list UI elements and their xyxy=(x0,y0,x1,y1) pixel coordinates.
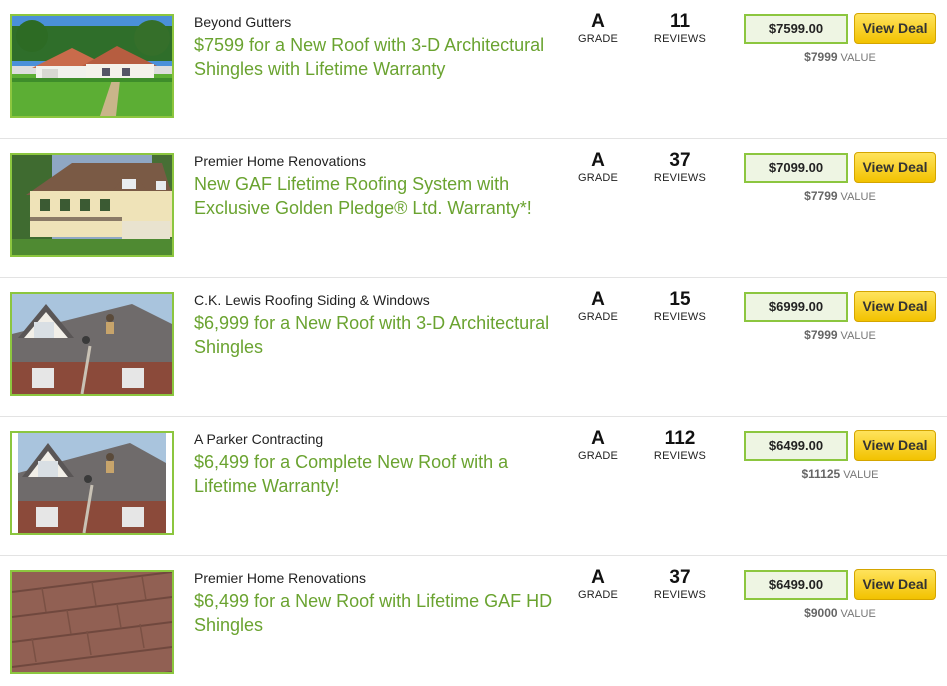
vendor-name: Premier Home Renovations xyxy=(194,570,366,586)
grade-label: GRADE xyxy=(577,172,619,184)
reviews-count: 15 xyxy=(669,289,691,310)
deal-thumbnail[interactable] xyxy=(10,14,174,118)
deal-row: Premier Home Renovations New GAF Lifetim… xyxy=(0,139,947,278)
deal-list: Beyond Gutters $7599 for a New Roof with… xyxy=(0,0,947,686)
shingles-closeup-image xyxy=(12,572,172,672)
deal-thumbnail[interactable] xyxy=(10,292,174,396)
view-deal-button[interactable]: View Deal xyxy=(854,569,936,600)
grade-block: A GRADE xyxy=(572,289,624,323)
original-value: $11125 xyxy=(801,467,841,481)
value-line: $7799 VALUE xyxy=(744,189,936,203)
original-value: $7999 xyxy=(804,50,838,64)
deal-thumbnail[interactable] xyxy=(10,153,174,257)
vendor-name: Premier Home Renovations xyxy=(194,153,366,169)
deal-title-link[interactable]: $7599 for a New Roof with 3-D Architectu… xyxy=(194,33,554,81)
deal-title-link[interactable]: $6,499 for a Complete New Roof with a Li… xyxy=(194,450,554,498)
grade-value: A xyxy=(591,11,605,32)
deal-price: $7099.00 xyxy=(744,153,848,183)
view-deal-button[interactable]: View Deal xyxy=(854,13,936,44)
deal-row: A Parker Contracting $6,499 for a Comple… xyxy=(0,417,947,556)
grade-block: A GRADE xyxy=(572,150,624,184)
grade-block: A GRADE xyxy=(572,11,624,45)
deal-title-link[interactable]: New GAF Lifetime Roofing System with Exc… xyxy=(194,172,554,220)
value-line: $7999 VALUE xyxy=(744,328,936,342)
value-line: $7999 VALUE xyxy=(744,50,936,64)
value-label: VALUE xyxy=(840,330,876,342)
view-deal-button[interactable]: View Deal xyxy=(854,152,936,183)
roofers-on-roof-image xyxy=(12,433,172,533)
value-label: VALUE xyxy=(840,52,876,64)
deal-title-link[interactable]: $6,999 for a New Roof with 3-D Architect… xyxy=(194,311,554,359)
reviews-count: 37 xyxy=(669,150,691,171)
grade-block: A GRADE xyxy=(572,567,624,601)
grade-label: GRADE xyxy=(577,33,619,45)
grade-value: A xyxy=(591,150,605,171)
grade-label: GRADE xyxy=(577,589,619,601)
view-deal-button[interactable]: View Deal xyxy=(854,430,936,461)
deal-thumbnail[interactable] xyxy=(10,570,174,674)
value-line: $11125 VALUE xyxy=(744,467,936,481)
reviews-block[interactable]: 112 REVIEWS xyxy=(648,428,712,462)
deal-price: $6499.00 xyxy=(744,570,848,600)
two-story-house-image xyxy=(12,155,172,255)
deal-thumbnail[interactable] xyxy=(10,431,174,535)
roofers-on-roof-image xyxy=(12,294,172,394)
vendor-name: A Parker Contracting xyxy=(194,431,324,447)
original-value: $7799 xyxy=(804,189,838,203)
deal-price: $6499.00 xyxy=(744,431,848,461)
original-value: $9000 xyxy=(804,606,838,620)
reviews-block[interactable]: 15 REVIEWS xyxy=(648,289,712,323)
value-label: VALUE xyxy=(840,608,876,620)
grade-label: GRADE xyxy=(577,311,619,323)
view-deal-button[interactable]: View Deal xyxy=(854,291,936,322)
reviews-label: REVIEWS xyxy=(653,311,707,323)
value-label: VALUE xyxy=(843,469,879,481)
vendor-name: Beyond Gutters xyxy=(194,14,292,30)
grade-value: A xyxy=(591,289,605,310)
deal-row: C.K. Lewis Roofing Siding & Windows $6,9… xyxy=(0,278,947,417)
reviews-count: 37 xyxy=(669,567,691,588)
reviews-count: 112 xyxy=(664,428,696,449)
reviews-label: REVIEWS xyxy=(653,172,707,184)
deal-row: Premier Home Renovations $6,499 for a Ne… xyxy=(0,556,947,686)
deal-row: Beyond Gutters $7599 for a New Roof with… xyxy=(0,0,947,139)
vendor-name: C.K. Lewis Roofing Siding & Windows xyxy=(194,292,430,308)
grade-label: GRADE xyxy=(577,450,619,462)
reviews-block[interactable]: 37 REVIEWS xyxy=(648,567,712,601)
ranch-house-lawn-image xyxy=(12,16,172,116)
reviews-block[interactable]: 37 REVIEWS xyxy=(648,150,712,184)
grade-block: A GRADE xyxy=(572,428,624,462)
original-value: $7999 xyxy=(804,328,838,342)
grade-value: A xyxy=(591,428,605,449)
deal-title-link[interactable]: $6,499 for a New Roof with Lifetime GAF … xyxy=(194,589,554,637)
reviews-label: REVIEWS xyxy=(653,33,707,45)
reviews-count: 11 xyxy=(669,11,691,32)
reviews-label: REVIEWS xyxy=(653,589,707,601)
grade-value: A xyxy=(591,567,605,588)
reviews-label: REVIEWS xyxy=(653,450,707,462)
deal-price: $6999.00 xyxy=(744,292,848,322)
reviews-block[interactable]: 11 REVIEWS xyxy=(648,11,712,45)
value-label: VALUE xyxy=(840,191,876,203)
deal-price: $7599.00 xyxy=(744,14,848,44)
value-line: $9000 VALUE xyxy=(744,606,936,620)
